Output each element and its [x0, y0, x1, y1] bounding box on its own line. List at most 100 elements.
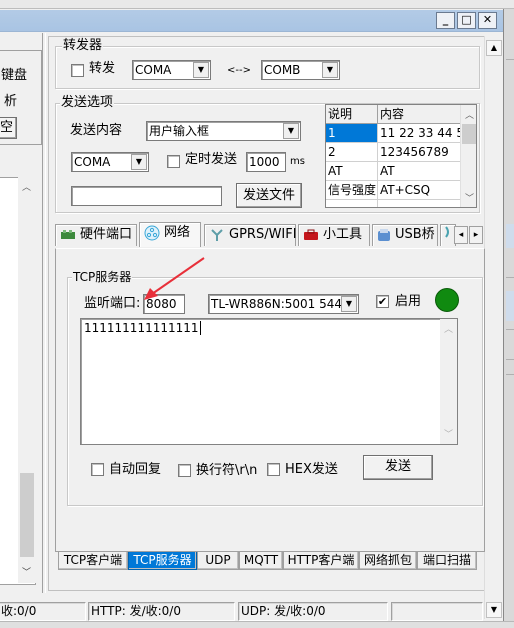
listen-port-label: 监听端口:	[84, 296, 141, 311]
maximize-icon: □	[461, 13, 472, 26]
scroll-down-icon[interactable]: ﹀	[461, 191, 476, 204]
scroll-down-icon[interactable]: ﹀	[22, 565, 31, 578]
minimize-icon: _	[442, 13, 449, 26]
scroll-thumb[interactable]	[20, 473, 34, 557]
tab-usb-bridge[interactable]: USB桥	[372, 224, 438, 246]
background-strip	[0, 0, 514, 9]
forward-port-b-select[interactable]: COMB ▼	[261, 60, 340, 80]
chevron-down-icon: ▼	[193, 62, 209, 78]
newline-checkbox[interactable]	[178, 464, 191, 477]
tab-scroll-right-button[interactable]: ▸	[469, 226, 483, 244]
forward-checkbox[interactable]	[71, 64, 84, 77]
send-port-select[interactable]: COMA ▼	[71, 152, 149, 172]
timed-send-label: 定时发送	[185, 152, 238, 167]
hex-send-checkbox[interactable]	[267, 463, 280, 476]
main-scrollbar[interactable]: ▲ ▼	[484, 36, 502, 619]
scroll-up-icon[interactable]: ︿	[22, 180, 31, 193]
hex-send-label: HEX发送	[285, 462, 338, 477]
send-file-button[interactable]: 发送文件	[236, 183, 302, 208]
tab-http-client[interactable]: HTTP客户端	[283, 552, 359, 570]
chevron-down-icon: ▼	[131, 154, 147, 170]
status-serial-counter: 收:0/0	[0, 602, 86, 621]
scroll-thumb[interactable]	[462, 124, 476, 144]
send-button[interactable]: 发送	[363, 455, 433, 480]
column-header-content[interactable]: 内容	[378, 105, 460, 123]
network-mode-tabs: TCP客户端 TCP服务器 UDP MQTT HTTP客户端 网络抓包 端口扫描	[58, 552, 478, 572]
status-bar: 收:0/0 HTTP: 发/收:0/0 UDP: 发/收:0/0	[0, 602, 503, 621]
table-row[interactable]: AT AT	[326, 162, 460, 181]
toolbox-icon	[304, 229, 318, 240]
background-window-edge	[503, 9, 514, 628]
left-scrollbar[interactable]: ︿ ﹀	[18, 177, 36, 583]
tab-hardware-port[interactable]: 硬件端口	[55, 224, 137, 246]
forward-direction-label: <-->	[227, 65, 251, 76]
column-header-desc[interactable]: 说明	[326, 105, 378, 123]
auto-reply-checkbox[interactable]	[91, 463, 104, 476]
tab-tcp-client[interactable]: TCP客户端	[58, 552, 128, 570]
tcp-server-group-label: TCP服务器	[72, 270, 133, 284]
chevron-down-icon: ▼	[341, 296, 357, 312]
gprs-wifi-icon	[211, 228, 223, 241]
server-status-indicator	[435, 288, 459, 312]
table-row[interactable]: 1 11 22 33 44 55	[326, 124, 460, 143]
table-row[interactable]	[326, 200, 460, 207]
scroll-up-icon[interactable]: ▲	[486, 40, 502, 56]
timed-send-checkbox[interactable]	[167, 155, 180, 168]
close-icon: ✕	[482, 13, 493, 26]
tab-scroll-left-button[interactable]: ◂	[454, 226, 468, 244]
table-row[interactable]: 2 123456789	[326, 143, 460, 162]
tab-tools[interactable]: 小工具	[298, 224, 370, 246]
forward-label: 转发	[89, 61, 116, 76]
received-data-textarea[interactable]: 111111111111111 ︿ ﹀	[80, 318, 458, 445]
table-header: 说明 内容	[326, 105, 460, 124]
textarea-scrollbar[interactable]: ︿ ﹀	[440, 319, 457, 444]
enable-label: 启用	[395, 294, 422, 309]
chevron-down-icon: ▼	[283, 123, 299, 139]
text-cursor	[199, 321, 201, 335]
scroll-up-icon[interactable]: ︿	[440, 322, 457, 335]
newline-label: 换行符\r\n	[196, 463, 258, 478]
minimize-button[interactable]: _	[436, 12, 455, 29]
tab-udp[interactable]: UDP	[197, 552, 239, 570]
table-scrollbar[interactable]: ︿ ﹀	[460, 105, 476, 207]
close-button[interactable]: ✕	[478, 12, 497, 29]
tab-port-scan[interactable]: 端口扫描	[417, 552, 477, 570]
auto-reply-label: 自动回复	[109, 462, 162, 477]
tab-tcp-server[interactable]: TCP服务器	[128, 552, 197, 570]
tab-network[interactable]: 网络	[139, 222, 201, 247]
chevron-down-icon: ▼	[322, 62, 338, 78]
interval-input[interactable]: 1000	[246, 152, 286, 172]
arrow-right-icon: ▸	[473, 230, 479, 240]
network-icon	[144, 225, 160, 240]
scroll-up-icon[interactable]: ︿	[461, 108, 476, 121]
network-adapter-select[interactable]: TL-WR886N:5001 544108 ▼	[208, 294, 359, 314]
left-clear-button[interactable]: 空	[0, 117, 17, 139]
arrow-left-icon: ◂	[458, 230, 464, 240]
tab-mqtt[interactable]: MQTT	[239, 552, 283, 570]
scroll-down-icon[interactable]: ﹀	[440, 427, 457, 440]
title-bar[interactable]	[0, 10, 503, 32]
hardware-port-icon	[61, 229, 75, 239]
splitter[interactable]	[42, 33, 46, 593]
file-path-input[interactable]	[71, 186, 222, 206]
left-label-keyboard: 键盘	[1, 68, 28, 83]
overflow-tab-icon	[445, 226, 449, 238]
table-row[interactable]: 信号强度 AT+CSQ	[326, 181, 460, 200]
send-options-group-label: 发送选项	[60, 95, 115, 110]
enable-checkbox[interactable]: ✔	[376, 295, 389, 308]
status-extra	[391, 602, 483, 621]
send-content-select[interactable]: 用户输入框 ▼	[146, 121, 301, 141]
tab-gprs-wifi[interactable]: GPRS/WIFI	[204, 224, 297, 246]
status-udp-counter: UDP: 发/收:0/0	[238, 602, 388, 621]
window-bottom-edge	[0, 621, 514, 628]
forward-port-a-select[interactable]: COMA ▼	[132, 60, 211, 80]
left-label-analyze: 析	[4, 94, 18, 109]
interval-unit-label: ms	[290, 156, 305, 167]
usb-bridge-icon	[378, 228, 390, 241]
checkmark-icon: ✔	[377, 295, 388, 308]
status-http-counter: HTTP: 发/收:0/0	[88, 602, 235, 621]
tab-packet-capture[interactable]: 网络抓包	[359, 552, 417, 570]
send-content-label: 发送内容	[70, 123, 123, 138]
command-table[interactable]: 说明 内容 1 11 22 33 44 55 2 123456789 AT AT…	[325, 104, 477, 208]
maximize-button[interactable]: □	[457, 12, 476, 29]
